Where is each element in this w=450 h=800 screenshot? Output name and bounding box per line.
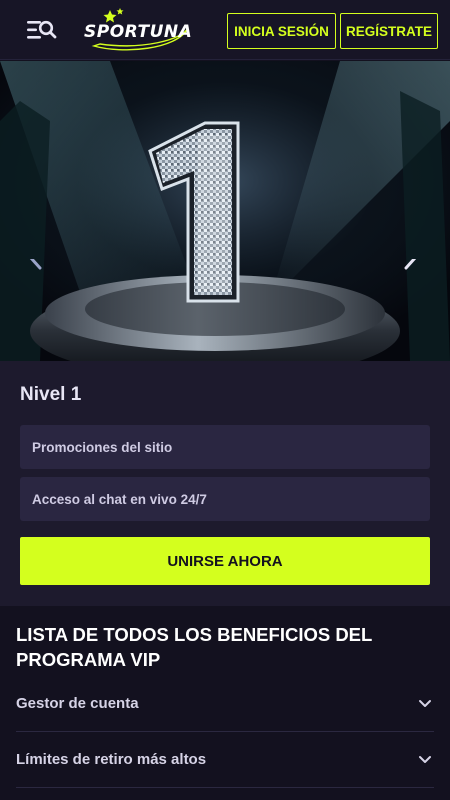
level-hero-banner — [0, 61, 450, 361]
register-button[interactable]: REGÍSTRATE — [340, 13, 438, 49]
accordion-label: Límites de retiro más altos — [16, 751, 207, 768]
level-title: Nivel 1 — [20, 384, 82, 405]
logo-text: SPORTUNA — [84, 22, 193, 42]
chevron-down-icon — [419, 755, 431, 763]
vip-list-title: LISTA DE TODOS LOS BENEFICIOS DEL PROGRA… — [16, 624, 372, 670]
accordion-item-withdrawal-limits[interactable]: Límites de retiro más altos — [16, 732, 434, 788]
benefit-item: Promociones del sitio — [20, 425, 430, 469]
chevron-right-icon[interactable] — [404, 259, 418, 283]
level-card: Nivel 1 Promociones del sitio Acceso al … — [0, 361, 450, 606]
accordion-item-account-manager[interactable]: Gestor de cuenta — [16, 676, 434, 732]
menu-search-icon[interactable] — [26, 18, 58, 42]
join-now-button[interactable]: UNIRSE AHORA — [20, 537, 430, 585]
level-one-trophy-image — [0, 61, 450, 361]
vip-benefits-list: LISTA DE TODOS LOS BENEFICIOS DEL PROGRA… — [0, 606, 450, 800]
chevron-left-icon[interactable] — [28, 259, 42, 283]
sportuna-logo[interactable]: SPORTUNA — [82, 6, 192, 56]
accordion-label: Gestor de cuenta — [16, 695, 139, 712]
chevron-down-icon — [419, 699, 431, 707]
benefit-item: Acceso al chat en vivo 24/7 — [20, 477, 430, 521]
login-button[interactable]: INICIA SESIÓN — [227, 13, 336, 49]
top-header: SPORTUNA INICIA SESIÓN REGÍSTRATE — [0, 0, 450, 60]
